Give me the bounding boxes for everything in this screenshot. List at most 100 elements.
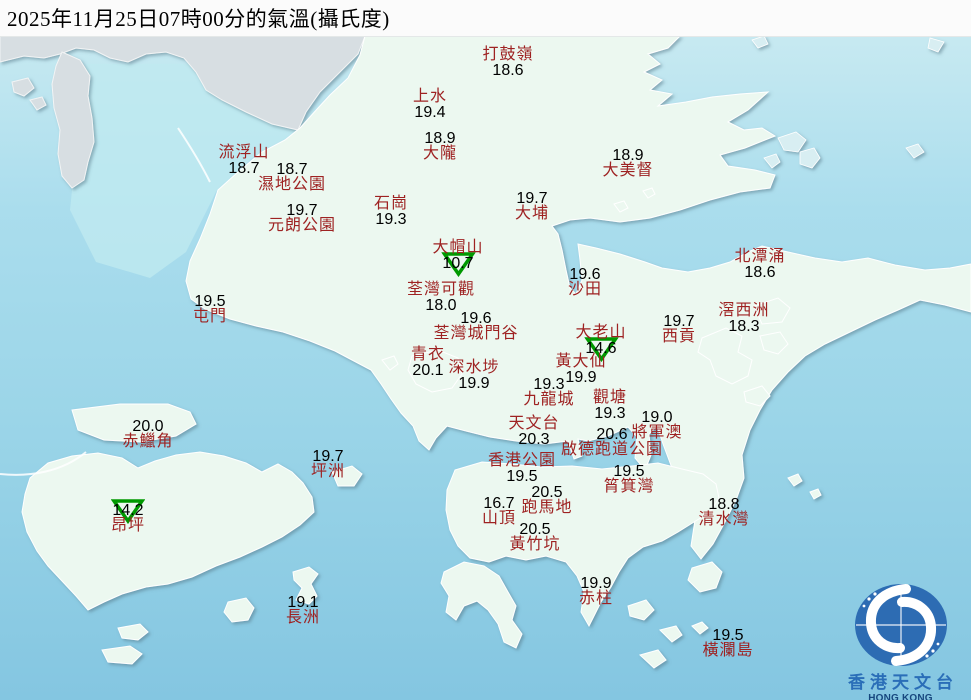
station-temperature: 19.7	[311, 449, 345, 464]
station-temperature: 20.5	[521, 485, 572, 500]
station-name: 北潭涌	[734, 249, 785, 265]
station-temperature: 19.6	[568, 267, 602, 282]
station-name: 滘西洲	[718, 303, 769, 319]
station-tai-lung: 18.9大隴	[423, 131, 457, 162]
station-temperature: 16.7	[482, 496, 516, 511]
station-chek-lap-kok: 20.0赤鱲角	[122, 419, 173, 450]
station-temperature: 20.0	[122, 419, 173, 434]
station-sha-tin: 19.6沙田	[568, 267, 602, 298]
hko-logo-english: HONG KONG OBSERVATORY	[830, 692, 971, 700]
station-name: 青衣	[411, 347, 445, 363]
station-name: 大隴	[423, 146, 457, 162]
station-name: 屯門	[193, 309, 227, 325]
station-kowloon-city: 19.3九龍城	[523, 377, 574, 408]
station-tai-mo-shan: 大帽山10.7	[432, 240, 483, 271]
station-temperature: 14.2	[111, 503, 145, 518]
map-title: 2025年11月25日07時00分的氣溫(攝氏度)	[0, 3, 390, 33]
station-temperature: 19.4	[413, 105, 447, 120]
station-peng-chau: 19.7坪洲	[311, 449, 345, 480]
hko-logo: 香港天文台 HONG KONG OBSERVATORY	[830, 576, 971, 700]
station-tai-mei-tuk: 18.9大美督	[602, 148, 653, 179]
station-name: 啟德跑道公園	[561, 442, 663, 458]
station-name: 上水	[413, 89, 447, 105]
station-shau-kei-wan: 19.5筲箕灣	[603, 464, 654, 495]
station-temperature: 19.3	[523, 377, 574, 392]
station-name: 坪洲	[311, 464, 345, 480]
station-temperature: 19.3	[593, 406, 627, 421]
station-wetland-park: 18.7濕地公園	[258, 162, 326, 193]
station-tsing-yi: 青衣20.1	[411, 347, 445, 378]
station-temperature: 19.7	[515, 191, 549, 206]
station-name: 天文台	[508, 416, 559, 432]
station-clear-water-bay: 18.8清水灣	[698, 497, 749, 528]
station-sham-shui-po: 深水埗19.9	[448, 360, 499, 391]
station-cheung-chau: 19.1長洲	[286, 595, 320, 626]
station-kau-sai-chau: 滘西洲18.3	[718, 303, 769, 334]
station-temperature: 18.3	[718, 319, 769, 334]
station-name: 長洲	[286, 610, 320, 626]
station-temperature: 19.0	[631, 410, 682, 425]
station-temperature: 18.6	[482, 63, 533, 78]
station-temperature: 19.7	[268, 203, 336, 218]
station-name: 深水埗	[448, 360, 499, 376]
station-tai-po: 19.7大埔	[515, 191, 549, 222]
station-sai-kung: 19.7西貢	[662, 314, 696, 345]
station-name: 石崗	[374, 196, 408, 212]
station-name: 黃大仙	[555, 354, 606, 370]
station-name: 荃灣城門谷	[433, 326, 518, 342]
station-name: 大帽山	[432, 240, 483, 256]
station-temperature: 20.1	[411, 363, 445, 378]
station-name: 大老山	[575, 325, 626, 341]
weather-map-screen: 2025年11月25日07時00分的氣溫(攝氏度) 打鼓嶺18.6上水19.41…	[0, 0, 971, 700]
station-waglan-island: 19.5橫瀾島	[702, 628, 753, 659]
station-temperature: 18.9	[423, 131, 457, 146]
station-name: 大埔	[515, 206, 549, 222]
station-ngong-ping: 14.2昂坪	[111, 503, 145, 534]
station-name: 跑馬地	[521, 500, 572, 516]
station-stanley: 19.9赤柱	[579, 576, 613, 607]
station-temperature: 19.5	[603, 464, 654, 479]
station-wong-chuk-hang: 20.5黃竹坑	[509, 522, 560, 553]
station-temperature: 10.7	[432, 256, 483, 271]
station-name: 昂坪	[111, 518, 145, 534]
station-temperature: 19.6	[433, 311, 518, 326]
station-tates-cairn: 大老山14.6	[575, 325, 626, 356]
station-temperature: 19.1	[286, 595, 320, 610]
hko-logo-icon	[830, 576, 971, 668]
station-temperature: 19.5	[702, 628, 753, 643]
station-name: 元朗公園	[268, 218, 336, 234]
station-name: 大美督	[602, 163, 653, 179]
station-name: 荃灣可觀	[407, 282, 475, 298]
station-name: 西貢	[662, 329, 696, 345]
station-name: 觀塘	[593, 390, 627, 406]
station-tuen-mun: 19.5屯門	[193, 294, 227, 325]
station-temperature: 19.5	[488, 469, 556, 484]
station-name: 赤鱲角	[122, 434, 173, 450]
station-tsuen-wan-ho-koon: 荃灣可觀18.0	[407, 282, 475, 313]
station-temperature: 20.6	[561, 427, 663, 442]
station-happy-valley: 20.5跑馬地	[521, 485, 572, 516]
station-name: 沙田	[568, 282, 602, 298]
station-tsuen-wan-shing-mun-valley: 19.6荃灣城門谷	[433, 311, 518, 342]
station-temperature: 19.3	[374, 212, 408, 227]
station-name: 流浮山	[218, 145, 269, 161]
station-sheung-shui: 上水19.4	[413, 89, 447, 120]
station-kai-tak-runway-park: 20.6啟德跑道公園	[561, 427, 663, 458]
hko-logo-chinese: 香港天文台	[830, 674, 971, 692]
title-bar: 2025年11月25日07時00分的氣溫(攝氏度)	[0, 0, 971, 37]
station-name: 筲箕灣	[603, 479, 654, 495]
station-pak-tam-chung: 北潭涌18.6	[734, 249, 785, 280]
station-name: 黃竹坑	[509, 537, 560, 553]
station-shek-kong: 石崗19.3	[374, 196, 408, 227]
station-temperature: 20.5	[509, 522, 560, 537]
station-temperature: 19.5	[193, 294, 227, 309]
station-temperature: 18.6	[734, 265, 785, 280]
station-temperature: 18.8	[698, 497, 749, 512]
station-kwun-tong: 觀塘19.3	[593, 390, 627, 421]
station-name: 九龍城	[523, 392, 574, 408]
station-name: 香港公園	[488, 453, 556, 469]
station-yuen-long-park: 19.7元朗公園	[268, 203, 336, 234]
station-temperature: 19.9	[579, 576, 613, 591]
station-temperature: 18.7	[258, 162, 326, 177]
station-ta-kwu-ling: 打鼓嶺18.6	[482, 47, 533, 78]
